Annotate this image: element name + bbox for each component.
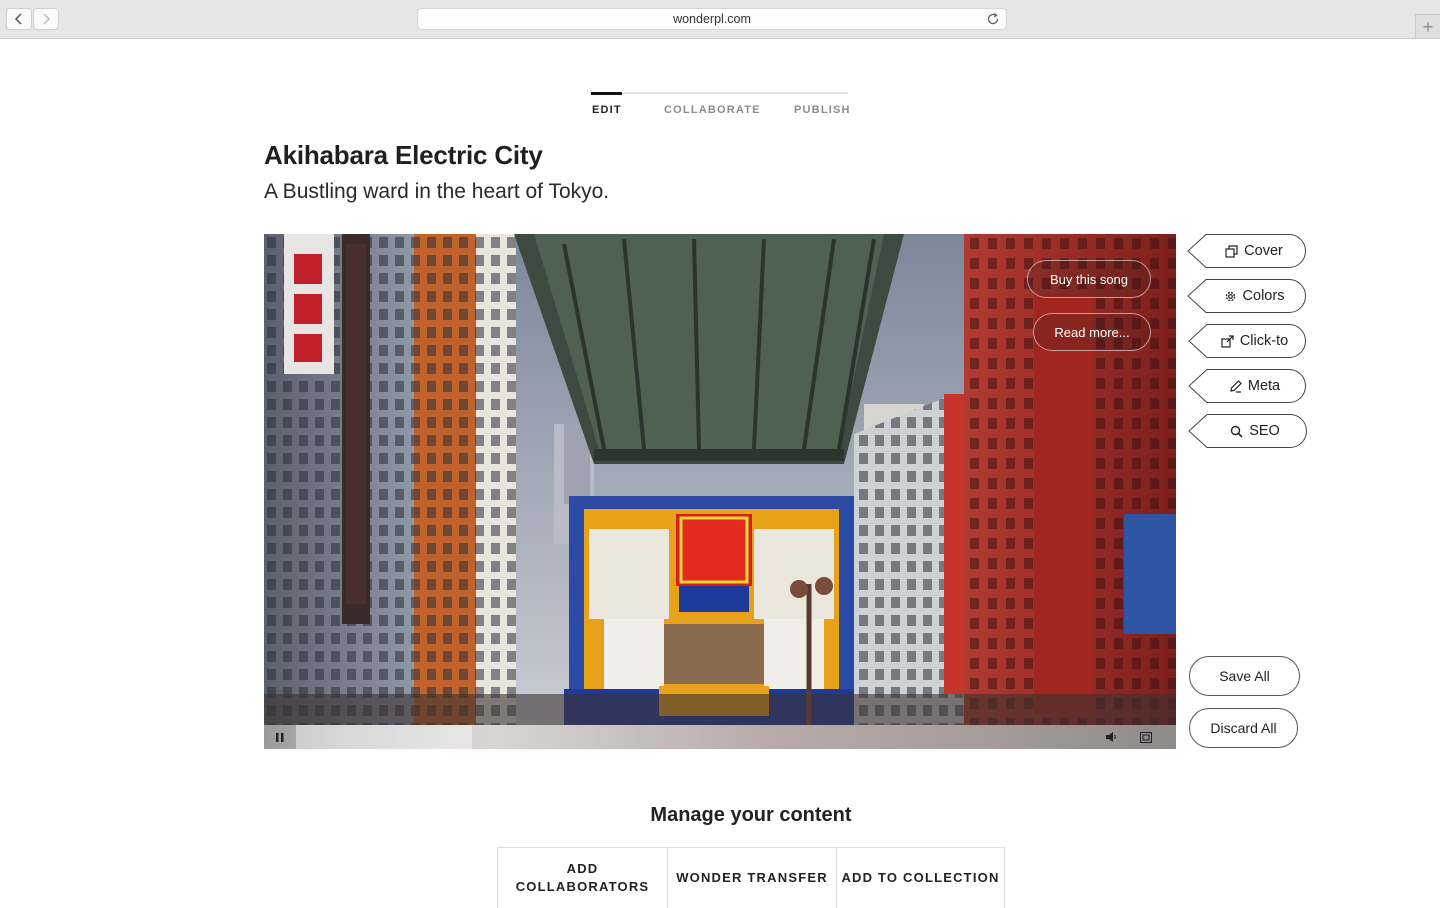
add-to-collection-button[interactable]: ADD TO COLLECTION: [836, 848, 1005, 908]
chevron-left-icon: [14, 13, 22, 25]
address-bar[interactable]: wonderpl.com: [417, 8, 1007, 30]
save-all-button[interactable]: Save All: [1189, 656, 1300, 696]
cover-icon: [1225, 244, 1238, 258]
manage-content-actions: ADD COLLABORATORS WONDER TRANSFER ADD TO…: [497, 847, 1005, 908]
cover-tool-label: Cover: [1244, 243, 1283, 259]
cover-tool-button[interactable]: Cover: [1187, 234, 1307, 268]
story-title[interactable]: Akihabara Electric City: [264, 140, 543, 171]
fullscreen-button[interactable]: [1130, 725, 1162, 749]
video-player[interactable]: Buy this song Read more...: [264, 234, 1176, 725]
reload-icon[interactable]: [986, 12, 1000, 26]
click-to-tool-label: Click-to: [1239, 333, 1289, 349]
volume-icon: [1106, 732, 1116, 742]
progress-bar[interactable]: [296, 725, 1094, 749]
seo-tool-button[interactable]: SEO: [1188, 414, 1308, 448]
seo-tool-label: SEO: [1249, 423, 1280, 439]
manage-content-heading: Manage your content: [650, 804, 852, 826]
pencil-icon: [1230, 379, 1242, 393]
buy-song-button[interactable]: Buy this song: [1027, 260, 1151, 298]
add-collaborators-button[interactable]: ADD COLLABORATORS: [497, 848, 667, 908]
active-step-indicator: [591, 92, 622, 95]
tab-collaborate[interactable]: COLLABORATE: [664, 104, 761, 116]
new-tab-button[interactable]: +: [1415, 14, 1440, 38]
url-text: wonderpl.com: [673, 12, 751, 26]
workflow-steps: EDIT COLLABORATE PUBLISH: [591, 92, 851, 124]
fullscreen-icon: [1140, 731, 1152, 743]
wonder-transfer-button[interactable]: WONDER TRANSFER: [667, 848, 836, 908]
colors-tool-label: Colors: [1242, 288, 1285, 304]
link-icon: [1221, 334, 1234, 348]
pause-button[interactable]: [264, 725, 296, 749]
search-icon: [1230, 425, 1243, 438]
pause-icon: [276, 732, 284, 742]
tab-publish[interactable]: PUBLISH: [794, 104, 851, 116]
tab-edit[interactable]: EDIT: [592, 104, 622, 116]
meta-tool-button[interactable]: Meta: [1188, 369, 1307, 403]
gear-icon: [1225, 291, 1235, 301]
video-controls: [264, 725, 1176, 749]
meta-tool-label: Meta: [1247, 378, 1281, 394]
colors-tool-button[interactable]: Colors: [1187, 279, 1307, 313]
discard-all-button[interactable]: Discard All: [1189, 708, 1298, 748]
forward-button[interactable]: [33, 8, 59, 30]
click-to-tool-button[interactable]: Click-to: [1188, 324, 1307, 358]
plus-icon: +: [1422, 16, 1434, 37]
volume-button[interactable]: [1096, 725, 1128, 749]
story-subtitle[interactable]: A Bustling ward in the heart of Tokyo.: [264, 180, 609, 204]
browser-toolbar: wonderpl.com +: [0, 0, 1440, 39]
back-button[interactable]: [6, 8, 32, 30]
cover-image: [264, 234, 1176, 725]
read-more-button[interactable]: Read more...: [1033, 313, 1151, 351]
chevron-right-icon: [43, 13, 51, 25]
